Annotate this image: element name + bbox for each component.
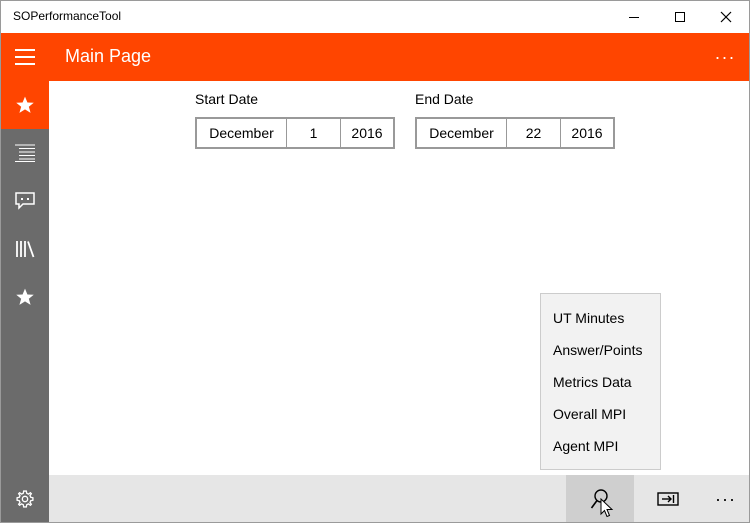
menu-item-overall-mpi[interactable]: Overall MPI (541, 398, 660, 430)
gear-icon (16, 490, 34, 508)
maximize-icon (675, 12, 685, 22)
title-bar: SOPerformanceTool (1, 1, 749, 33)
command-bar: ··· (49, 475, 749, 522)
share-button[interactable] (634, 475, 702, 522)
menu-item-ut-minutes[interactable]: UT Minutes (541, 302, 660, 334)
menu-item-metrics-data[interactable]: Metrics Data (541, 366, 660, 398)
nav-item-list[interactable] (1, 129, 49, 177)
close-icon (720, 11, 732, 23)
start-day-field[interactable]: 1 (287, 119, 341, 147)
start-month-field[interactable]: December (197, 119, 287, 147)
start-year-field[interactable]: 2016 (341, 119, 393, 147)
menu-item-answer-points[interactable]: Answer/Points (541, 334, 660, 366)
maximize-button[interactable] (657, 1, 703, 33)
end-month-field[interactable]: December (417, 119, 507, 147)
start-date-picker[interactable]: December 1 2016 (195, 117, 395, 149)
star-icon (16, 96, 34, 113)
hamburger-icon (15, 49, 35, 51)
hamburger-menu-button[interactable] (1, 33, 49, 81)
app-title: SOPerformanceTool (13, 9, 122, 23)
list-icon (15, 144, 35, 162)
star-icon (16, 288, 34, 305)
share-icon (657, 492, 679, 506)
end-date-picker[interactable]: December 22 2016 (415, 117, 615, 149)
start-date-label: Start Date (195, 91, 259, 107)
nav-item-favorites[interactable] (1, 81, 49, 129)
close-button[interactable] (703, 1, 749, 33)
minimize-icon (629, 16, 639, 18)
header-more-button[interactable]: ··· (701, 33, 749, 81)
end-day-field[interactable]: 22 (507, 119, 561, 147)
command-bar-more-button[interactable]: ··· (702, 475, 749, 522)
library-icon (16, 241, 35, 258)
overflow-menu: UT Minutes Answer/Points Metrics Data Ov… (540, 293, 661, 470)
app-window: SOPerformanceTool Main Page ··· Start Da… (0, 0, 750, 523)
nav-item-library[interactable] (1, 225, 49, 273)
nav-rail (1, 81, 49, 522)
nav-item-chat[interactable] (1, 177, 49, 225)
hamburger-icon-line (15, 56, 35, 58)
hamburger-icon-line (15, 63, 35, 65)
end-year-field[interactable]: 2016 (561, 119, 613, 147)
minimize-button[interactable] (611, 1, 657, 33)
mouse-cursor-icon (600, 498, 614, 518)
page-title: Main Page (65, 46, 152, 66)
chat-icon (15, 192, 35, 210)
end-date-label: End Date (415, 91, 474, 107)
menu-item-agent-mpi[interactable]: Agent MPI (541, 430, 660, 462)
app-header: Main Page ··· (1, 33, 749, 81)
nav-item-starred[interactable] (1, 273, 49, 321)
settings-button[interactable] (1, 475, 49, 522)
